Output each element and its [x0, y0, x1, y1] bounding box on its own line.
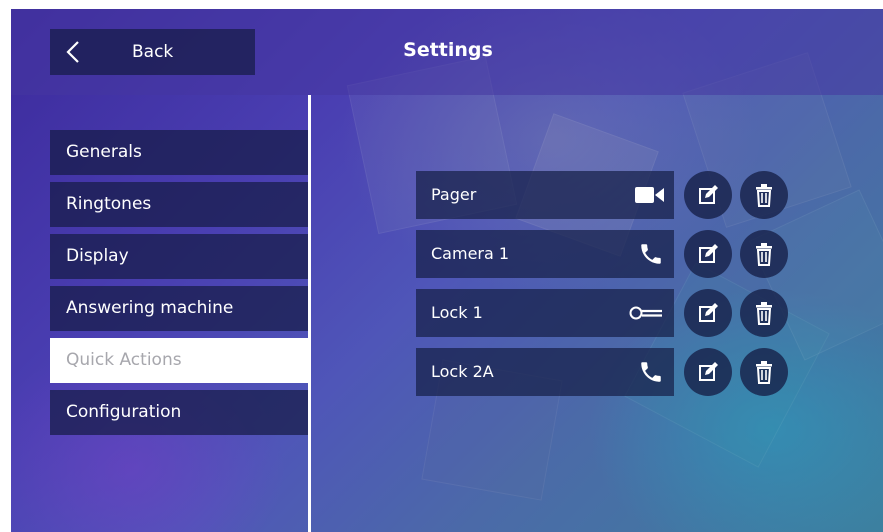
- edit-icon: [699, 362, 718, 381]
- quick-action-label[interactable]: Camera 1: [416, 230, 674, 278]
- quick-action-row: Lock 2A: [416, 348, 788, 396]
- trash-icon: [756, 302, 772, 325]
- edit-button[interactable]: [684, 171, 732, 219]
- edit-icon: [699, 303, 718, 322]
- trash-icon: [756, 243, 772, 266]
- menu-item-display[interactable]: Display: [50, 234, 308, 279]
- back-button-label: Back: [132, 42, 174, 62]
- edit-button[interactable]: [684, 289, 732, 337]
- video-camera-icon: [635, 187, 664, 203]
- edit-icon: [699, 185, 718, 204]
- phone-icon: [641, 362, 661, 382]
- header-bar: Back Settings: [11, 9, 883, 95]
- trash-icon: [756, 361, 772, 384]
- menu-item-answering-machine[interactable]: Answering machine: [50, 286, 308, 331]
- delete-button[interactable]: [740, 289, 788, 337]
- trash-icon: [756, 184, 772, 207]
- quick-action-row: Pager: [416, 171, 788, 219]
- settings-screen: Back Settings Generals Ringtones Display…: [11, 9, 883, 532]
- quick-action-row: Lock 1: [416, 289, 788, 337]
- edit-button[interactable]: [684, 348, 732, 396]
- menu-item-quick-actions[interactable]: Quick Actions: [50, 338, 308, 383]
- back-button[interactable]: Back: [50, 29, 255, 75]
- chevron-left-icon: [66, 41, 79, 63]
- key-icon: [629, 306, 662, 320]
- phone-icon: [641, 244, 661, 264]
- edit-icon: [699, 244, 718, 263]
- menu-item-ringtones[interactable]: Ringtones: [50, 182, 308, 227]
- page-title: Settings: [403, 39, 493, 61]
- delete-button[interactable]: [740, 171, 788, 219]
- menu-item-configuration[interactable]: Configuration: [50, 390, 308, 435]
- delete-button[interactable]: [740, 230, 788, 278]
- edit-button[interactable]: [684, 230, 732, 278]
- delete-button[interactable]: [740, 348, 788, 396]
- quick-action-row: Camera 1: [416, 230, 788, 278]
- quick-action-label[interactable]: Lock 2A: [416, 348, 674, 396]
- menu-item-generals[interactable]: Generals: [50, 130, 308, 175]
- vertical-divider: [308, 95, 311, 532]
